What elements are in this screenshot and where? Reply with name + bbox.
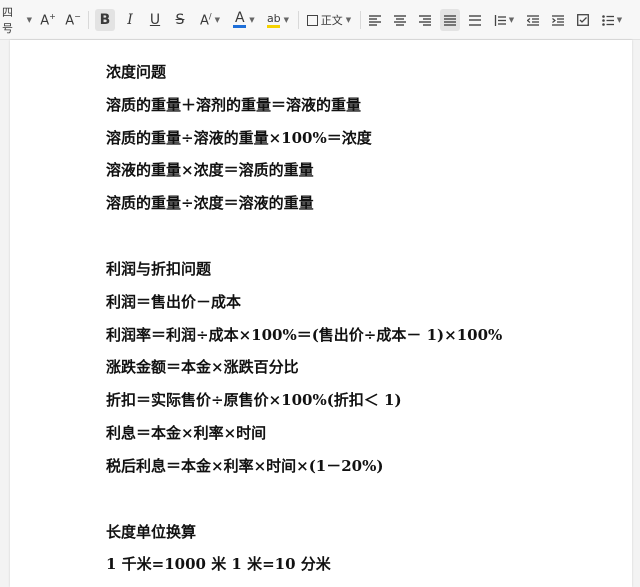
chevron-down-icon: ▼ [214,16,220,24]
style-value: 正文 [320,14,343,27]
decrease-font-button[interactable]: A− [63,9,83,31]
italic-button[interactable]: I [120,9,140,31]
highlight-icon: ab [267,12,281,28]
font-color-dropdown[interactable]: A ▼ [230,9,258,31]
text-effect-dropdown[interactable]: A/▼ [196,9,224,31]
decrease-indent-icon [527,14,539,26]
bold-icon: B [99,12,111,28]
decrease-font-icon: A− [65,11,81,29]
decrease-indent-button[interactable] [523,9,543,31]
formula-line: 溶质的重量＋溶剂的重量＝溶液的重量 [106,96,362,114]
strikethrough-icon: S [175,12,185,28]
bullet-list-icon [601,14,614,26]
align-right-button[interactable] [415,9,435,31]
chevron-down-icon: ▼ [345,16,352,24]
checkbox-icon [577,14,589,26]
paragraph-style-dropdown[interactable]: 正文 ▼ [304,9,354,31]
formula-line: 税后利息＝本金×利率×时间×(1－20%) [106,457,384,475]
formula-line: 溶质的重量÷浓度＝溶液的重量 [106,194,314,212]
style-icon [306,14,318,26]
text-effect-icon: A/ [200,11,212,29]
bold-button[interactable]: B [95,9,115,31]
align-left-icon [369,14,381,26]
align-center-button[interactable] [390,9,410,31]
underline-icon: U [149,12,161,28]
align-left-button[interactable] [365,9,385,31]
line-spacing-dropdown[interactable]: ▼ [490,9,518,31]
chevron-down-icon: ▼ [508,16,515,24]
formatting-toolbar: 四号 ▼ A+ A− B I U S A/▼ A ▼ ab ▼ 正文 ▼ ▼ ▼ [0,0,640,40]
align-center-icon [394,14,406,26]
highlight-dropdown[interactable]: ab ▼ [264,9,292,31]
font-size-value: 四号 [2,6,13,35]
increase-indent-button[interactable] [548,9,568,31]
justify-button[interactable] [440,9,460,31]
section-heading-profit: 利润与折扣问题 [106,260,212,278]
strikethrough-button[interactable]: S [170,9,190,31]
chevron-down-icon: ▼ [616,16,623,24]
toolbar-divider [88,11,89,29]
toolbar-divider [360,11,361,29]
font-color-icon: A [233,10,247,28]
toolbar-divider [298,11,299,29]
distributed-align-icon [469,14,481,26]
task-list-button[interactable] [573,9,593,31]
increase-font-button[interactable]: A+ [38,9,58,31]
distributed-align-button[interactable] [465,9,485,31]
bullet-list-dropdown[interactable]: ▼ [598,9,626,31]
chevron-down-icon: ▼ [249,16,255,24]
formula-line: 溶质的重量÷溶液的重量×100%＝浓度 [106,129,372,147]
formula-line: 利息＝本金×利率×时间 [106,424,267,442]
underline-button[interactable]: U [145,9,165,31]
formula-line: 折扣＝实际售价÷原售价×100%(折扣＜ 1) [106,391,402,409]
font-size-dropdown[interactable]: 四号 ▼ [2,6,32,35]
section-heading-length: 长度单位换算 [106,523,197,541]
justify-icon [444,14,456,26]
increase-font-icon: A+ [40,11,56,29]
chevron-down-icon: ▼ [283,16,290,24]
formula-line: 溶液的重量×浓度＝溶质的重量 [106,161,314,179]
align-right-icon [419,14,431,26]
formula-line: 1 千米=1000 米 1 米=10 分米 [106,555,331,573]
increase-indent-icon [552,14,564,26]
formula-line: 涨跌金额＝本金×涨跌百分比 [106,358,299,376]
document-page[interactable]: 浓度问题 溶质的重量＋溶剂的重量＝溶液的重量 溶质的重量÷溶液的重量×100%＝… [10,40,632,587]
chevron-down-icon: ▼ [26,16,32,24]
italic-icon: I [127,12,133,28]
formula-line: 利润率＝利润÷成本×100%＝(售出价÷成本－ 1)×100% [106,326,503,344]
formula-line: 利润＝售出价－成本 [106,293,242,311]
section-heading-concentration: 浓度问题 [106,63,167,81]
line-spacing-icon [494,14,506,26]
